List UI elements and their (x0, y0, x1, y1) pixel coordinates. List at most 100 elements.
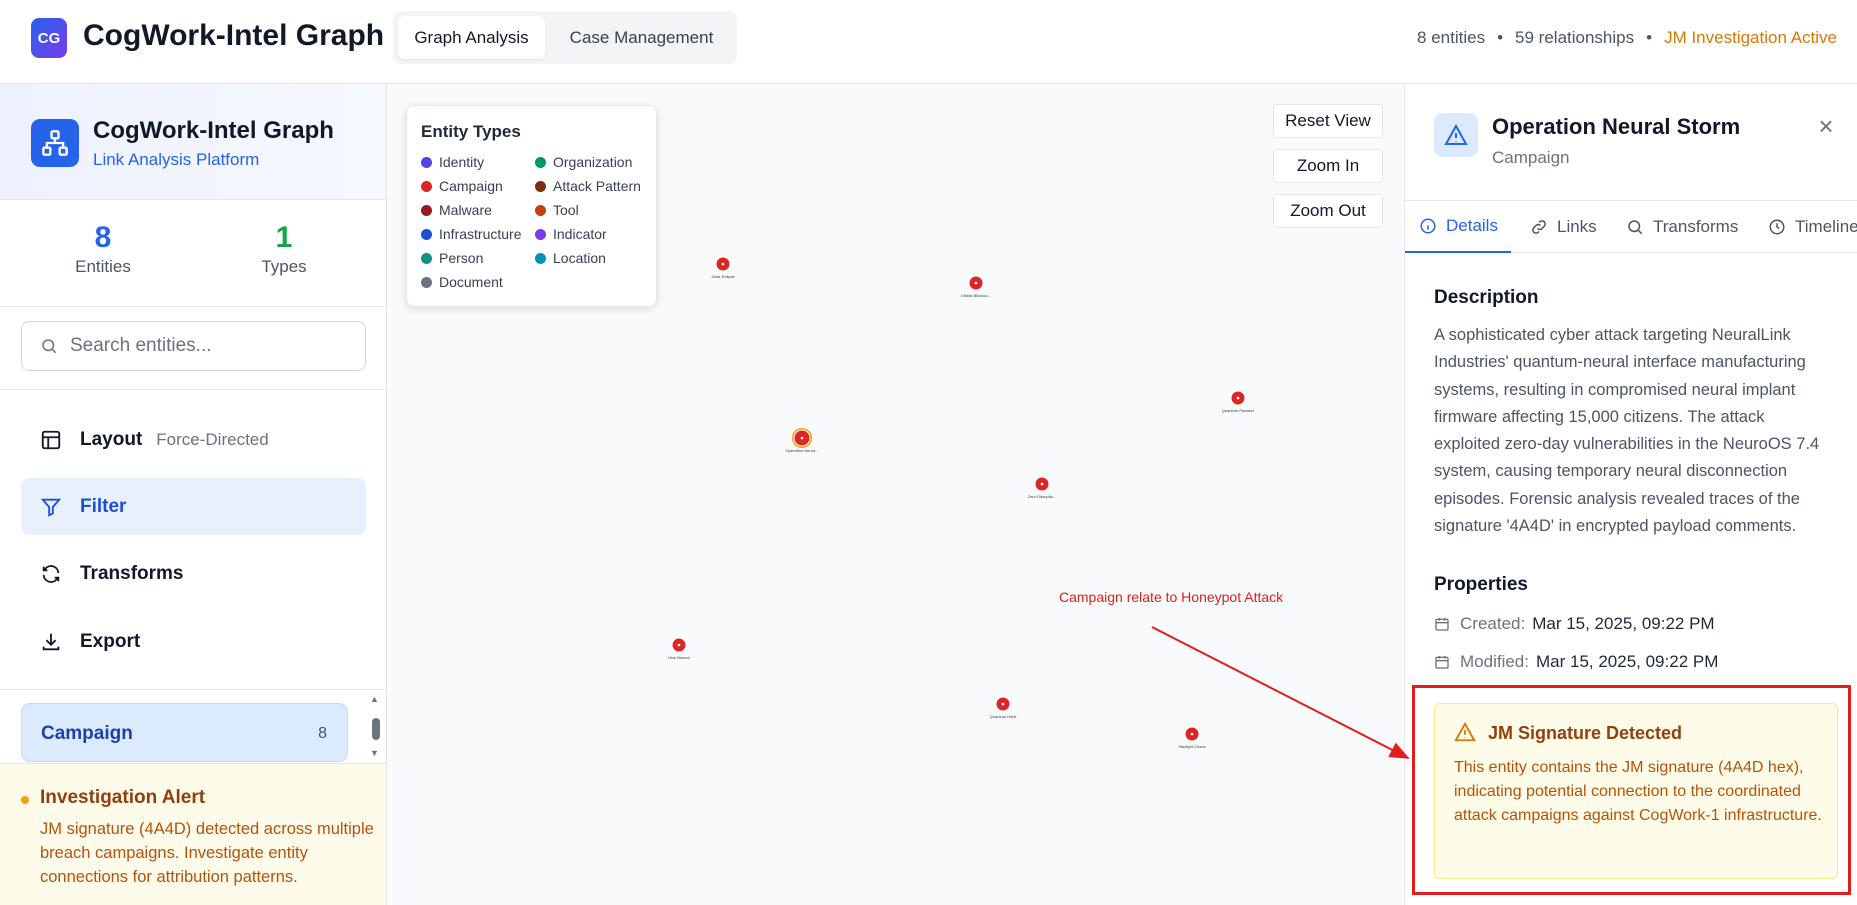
close-icon[interactable]: × (1815, 111, 1837, 141)
legend-label: Tool (553, 202, 579, 218)
legend-item-document: Document (421, 274, 503, 290)
sidebar-subtitle: Link Analysis Platform (93, 150, 260, 169)
legend-dot (421, 180, 432, 192)
app-logo: CG (31, 18, 67, 58)
legend-dot (421, 204, 432, 216)
tab-graph-analysis[interactable]: Graph Analysis (398, 16, 545, 59)
scrollbar-thumb[interactable] (372, 718, 380, 740)
menu-export[interactable]: Export (21, 613, 366, 670)
stat-entities: 8 Entities (33, 221, 173, 277)
tab-transforms[interactable]: Transforms (1626, 201, 1738, 253)
search-icon (1628, 220, 1643, 235)
tab-label: Transforms (1653, 217, 1739, 236)
menu-label: Filter (80, 495, 127, 517)
stat-label: Types (261, 257, 307, 276)
annotation-label: Campaign relate to Honeypot Attack (1059, 589, 1284, 605)
investigation-alert: Investigation Alert JM signature (4A4D) … (0, 763, 386, 905)
tab-timeline[interactable]: Timeline (1768, 201, 1857, 253)
search-input[interactable] (70, 335, 340, 357)
zoom-in-button[interactable]: Zoom In (1273, 149, 1383, 183)
legend-label: Location (553, 250, 606, 266)
scroll-up-arrow-icon[interactable]: ▲ (370, 694, 379, 704)
alert-text: JM signature (4A4D) detected across mult… (40, 820, 374, 886)
sidebar: CogWork-Intel Graph Link Analysis Platfo… (0, 84, 387, 905)
type-filter-campaign[interactable]: Campaign 8 (21, 703, 348, 762)
entity-count: 8 entities (1417, 28, 1486, 47)
node-label: Hive Breach (668, 655, 690, 660)
menu-label: Layout (80, 428, 143, 450)
sidebar-title: CogWork-Intel Graph (93, 117, 334, 144)
graph-node[interactable]: Hive Breach (668, 637, 690, 660)
stat-types: 1 Types (214, 221, 354, 277)
modified-label: Modified: (1460, 652, 1529, 671)
legend-label: Infrastructure (439, 226, 522, 242)
menu-transforms[interactable]: Transforms (21, 545, 366, 602)
tab-label: Timeline (1795, 217, 1857, 236)
node-icon (974, 281, 978, 285)
node-icon (721, 262, 725, 266)
tab-details[interactable]: Details (1405, 201, 1511, 253)
legend-label: Identity (439, 154, 485, 170)
app-title: CogWork-Intel Graph (83, 19, 385, 52)
node-label: Zero Disruptio... (1028, 494, 1056, 499)
legend-item-person: Person (421, 250, 483, 266)
legend-label: Person (439, 250, 484, 266)
menu-label: Transforms (80, 562, 184, 584)
graph-node[interactable]: Orbital Blackou... (961, 275, 991, 298)
graph-canvas[interactable]: Solar Eclipse Orbital Blackou... Quantum P… (387, 84, 1404, 905)
graph-node[interactable]: Quantum Heist (990, 696, 1018, 719)
node-icon (1236, 396, 1240, 400)
legend-item-tool: Tool (535, 202, 579, 218)
legend-item-location: Location (535, 250, 606, 266)
entity-title: Operation Neural Storm (1492, 114, 1741, 139)
legend-dot (421, 228, 432, 240)
modified-value: Mar 15, 2025, 09:22 PM (1535, 652, 1719, 671)
legend-item-infrastructure: Infrastructure (421, 226, 521, 242)
node-icon (800, 436, 804, 440)
tab-links[interactable]: Links (1530, 201, 1597, 253)
graph-node[interactable]: Quantum Paradox (1222, 390, 1254, 413)
menu-filter[interactable]: Filter (21, 478, 366, 535)
zoom-out-button[interactable]: Zoom Out (1273, 194, 1383, 228)
calendar-icon (1435, 618, 1449, 631)
download-icon (40, 631, 62, 653)
legend-dot (535, 180, 546, 192)
entity-legend: Entity Types Identity Organization Campa… (406, 105, 657, 307)
property-modified: Modified: Mar 15, 2025, 09:22 PM (1434, 652, 1718, 672)
node-label: Operation Neura... (786, 448, 819, 453)
legend-item-attack-pattern: Attack Pattern (535, 178, 641, 194)
refresh-icon (40, 563, 62, 585)
graph-node[interactable]: Zero Disruptio... (1028, 476, 1056, 499)
stat-value: 1 (275, 221, 293, 254)
node-label: Orbital Blackou... (961, 293, 991, 298)
sidebar-stats: 8 Entities 1 Types (0, 201, 386, 307)
tab-case-management[interactable]: Case Management (550, 16, 733, 59)
node-icon (1190, 732, 1194, 736)
top-bar: CG CogWork-Intel Graph Graph Analysis Ca… (0, 0, 1857, 84)
filter-icon (40, 496, 62, 518)
tab-label: Details (1446, 216, 1498, 235)
legend-label: Malware (439, 202, 492, 218)
stat-value: 8 (94, 221, 112, 254)
legend-dot (535, 204, 546, 216)
legend-item-organization: Organization (535, 154, 632, 170)
clock-icon (1769, 219, 1785, 235)
graph-node[interactable]: Solar Eclipse (711, 256, 735, 279)
scroll-down-arrow-icon[interactable]: ▼ (370, 748, 379, 758)
network-icon (31, 119, 79, 167)
type-filter-count: 8 (318, 725, 327, 742)
legend-label: Attack Pattern (553, 178, 641, 194)
graph-node[interactable]: Starlight Chaos (1178, 726, 1206, 749)
divider (0, 389, 386, 390)
menu-layout[interactable]: Layout Force-Directed (21, 411, 366, 468)
menu-label: Export (80, 630, 141, 652)
detail-tabs: Details Links Transforms Timeline (1405, 200, 1857, 253)
type-filter-label: Campaign (41, 723, 133, 744)
graph-node[interactable]: Operation Neura... (786, 428, 819, 453)
reset-view-button[interactable]: Reset View (1273, 104, 1383, 138)
divider (0, 689, 386, 690)
sidebar-header: CogWork-Intel Graph Link Analysis Platfo… (0, 84, 386, 200)
warning-icon (1434, 113, 1478, 157)
search-icon (40, 337, 58, 355)
legend-label: Indicator (553, 226, 607, 242)
